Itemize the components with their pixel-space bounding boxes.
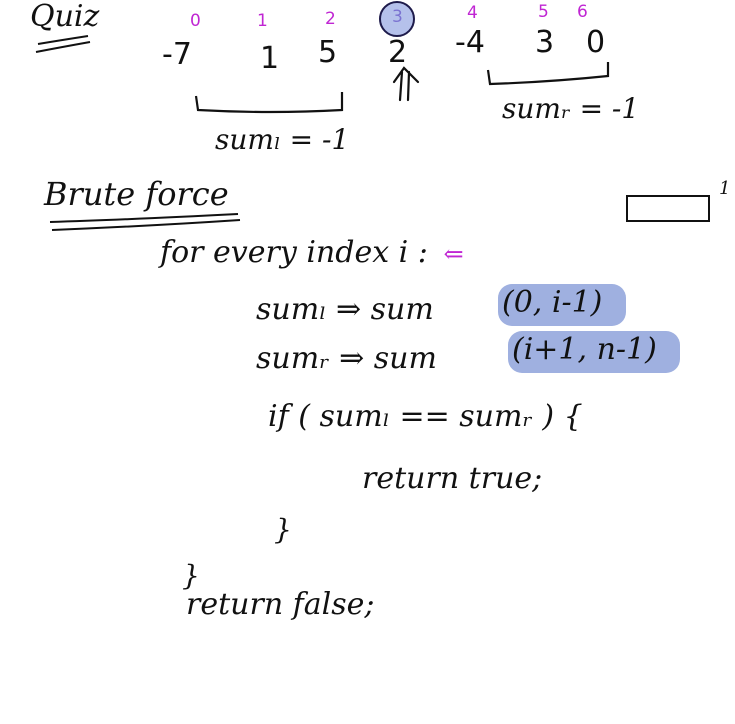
left-group-bracket — [194, 92, 344, 114]
heading-underline — [49, 213, 241, 231]
margin-box — [626, 195, 710, 222]
right-group-bracket — [486, 62, 610, 86]
double-up-arrow-icon — [392, 66, 420, 102]
index-3-circle — [379, 1, 415, 37]
ink-strokes — [35, 1, 710, 231]
title-underline — [35, 35, 91, 53]
